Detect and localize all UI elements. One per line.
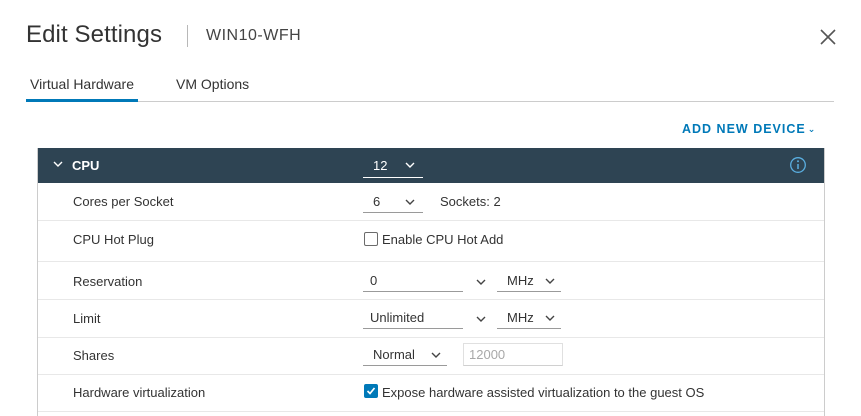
edit-settings-dialog: Edit Settings WIN10-WFH Virtual Hardware… <box>0 0 861 416</box>
dialog-title: Edit Settings <box>26 21 163 48</box>
chevron-down-icon <box>405 199 415 205</box>
chevron-down-icon <box>545 278 555 284</box>
limit-input[interactable]: Unlimited <box>363 306 463 329</box>
shares-amount: 12000 <box>469 347 506 362</box>
enable-cpu-hot-add-checkbox[interactable] <box>364 232 378 246</box>
cores-per-socket-value: 6 <box>373 194 381 209</box>
shares-select[interactable]: Normal <box>363 343 447 366</box>
shares-row: Shares Normal 12000 <box>38 337 824 375</box>
reservation-input[interactable]: 0 <box>363 269 463 292</box>
chevron-down-icon[interactable] <box>51 157 65 171</box>
checkmark-icon <box>366 387 376 395</box>
enable-cpu-hot-add-label[interactable]: Enable CPU Hot Add <box>382 232 503 247</box>
add-new-device-label: ADD NEW DEVICE <box>682 122 806 136</box>
limit-unit-select[interactable]: MHz <box>497 306 561 329</box>
cpu-hot-plug-label: CPU Hot Plug <box>73 232 154 247</box>
tab-virtual-hardware[interactable]: Virtual Hardware <box>26 76 139 102</box>
shares-value: Normal <box>373 347 415 362</box>
limit-unit: MHz <box>507 310 534 325</box>
cpu-hot-plug-row: CPU Hot Plug Enable CPU Hot Add <box>38 221 824 262</box>
reservation-label: Reservation <box>73 274 143 289</box>
cpu-count-value: 12 <box>373 158 388 173</box>
tab-vm-options[interactable]: VM Options <box>172 76 253 100</box>
limit-value: Unlimited <box>370 310 425 325</box>
cpu-panel: CPU 12 Cores per Socket 6 Sockets: 2 CPU… <box>37 148 825 416</box>
limit-row: Limit Unlimited MHz <box>38 300 824 338</box>
sockets-count: Sockets: 2 <box>440 194 501 209</box>
hardware-virtualization-row: Hardware virtualization Expose hardware … <box>38 374 824 412</box>
shares-amount-input: 12000 <box>463 343 563 366</box>
chevron-down-icon <box>431 352 441 358</box>
hardware-virtualization-label: Hardware virtualization <box>73 385 206 400</box>
info-icon[interactable] <box>789 156 807 174</box>
expose-hw-virtualization-checkbox[interactable] <box>364 384 378 398</box>
expose-hw-virtualization-label[interactable]: Expose hardware assisted virtualization … <box>382 385 704 400</box>
limit-label: Limit <box>73 311 101 326</box>
add-new-device-button[interactable]: ADD NEW DEVICE ⌄ <box>682 122 816 136</box>
chevron-down-icon <box>545 315 555 321</box>
reservation-value: 0 <box>370 273 378 288</box>
chevron-down-icon[interactable] <box>476 315 486 323</box>
vm-name: WIN10-WFH <box>206 27 302 44</box>
chevron-down-icon[interactable] <box>476 278 486 286</box>
cores-per-socket-select[interactable]: 6 <box>363 190 423 213</box>
tab-bar: Virtual Hardware VM Options <box>26 74 834 102</box>
cpu-section-header[interactable]: CPU 12 <box>38 148 824 183</box>
cpu-label: CPU <box>72 158 100 173</box>
chevron-down-icon: ⌄ <box>807 124 817 134</box>
cores-per-socket-label: Cores per Socket <box>73 194 174 209</box>
reservation-unit-select[interactable]: MHz <box>497 269 561 292</box>
reservation-row: Reservation 0 MHz <box>38 262 824 300</box>
chevron-down-icon <box>405 162 415 168</box>
close-button[interactable] <box>818 27 838 47</box>
cores-per-socket-row: Cores per Socket 6 Sockets: 2 <box>38 183 824 221</box>
title-divider <box>187 25 188 47</box>
cpu-count-select[interactable]: 12 <box>363 154 423 178</box>
close-icon <box>820 29 836 45</box>
shares-label: Shares <box>73 348 115 363</box>
reservation-unit: MHz <box>507 273 534 288</box>
